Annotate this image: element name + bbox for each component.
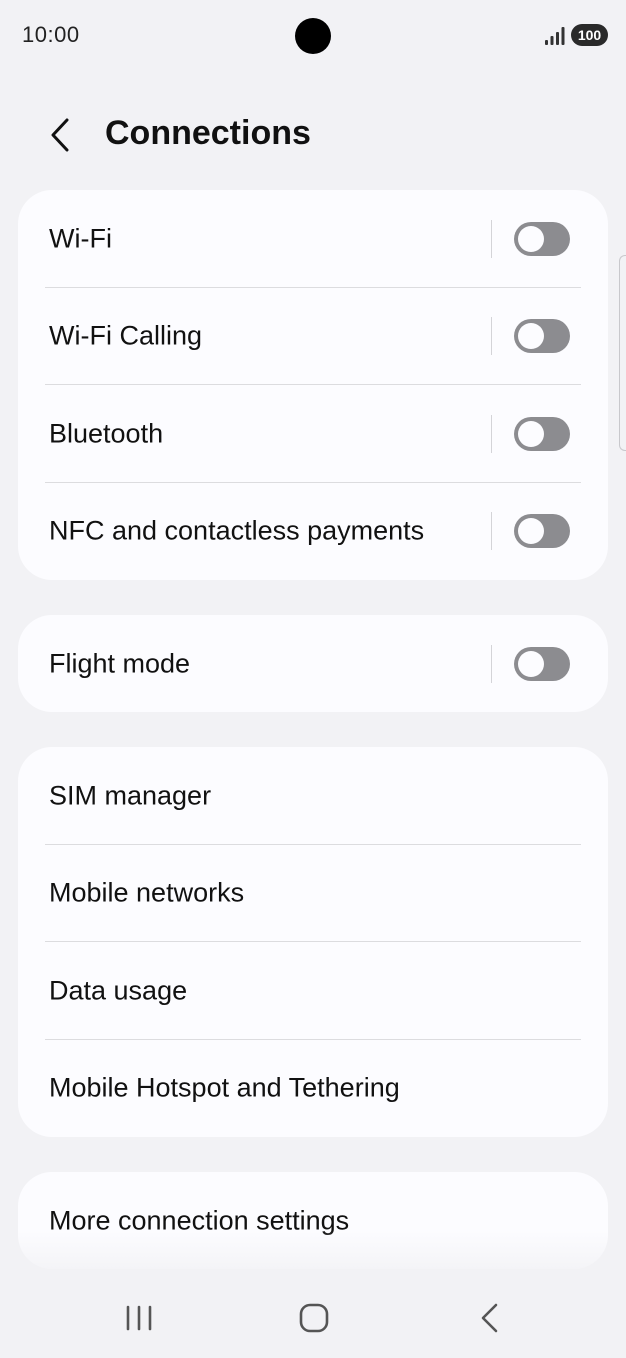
status-bar: 10:00 100 [0,0,626,70]
data-usage-row[interactable]: Data usage [18,942,608,1040]
back-button[interactable] [40,112,84,158]
header: Connections [0,100,626,170]
navigation-bar [0,1280,626,1358]
hotspot-row[interactable]: Mobile Hotspot and Tethering [18,1040,608,1138]
row-divider [491,414,492,453]
network-card: SIM manager Mobile networks Data usage M… [18,747,608,1137]
bluetooth-row[interactable]: Bluetooth [18,385,608,483]
wireless-card: Wi-Fi Wi-Fi Calling Bluetooth NFC and co… [18,190,608,580]
scroll-indicator[interactable] [619,255,626,451]
data-usage-label: Data usage [49,975,188,1006]
wifi-toggle[interactable] [514,221,570,256]
toggle-knob [518,650,544,677]
toggle-knob [518,323,544,350]
screen: 10:00 100 Connections Wi-Fi Wi-Fi Callin… [0,0,626,1358]
wifi-calling-toggle[interactable] [514,319,570,354]
mobile-networks-label: Mobile networks [49,877,245,908]
sim-manager-row[interactable]: SIM manager [18,747,608,845]
nfc-toggle[interactable] [514,514,570,549]
battery-level: 100 [577,27,602,43]
flight-mode-card: Flight mode [18,615,608,712]
camera-cutout [295,18,331,54]
wifi-label: Wi-Fi [49,223,112,254]
mobile-networks-row[interactable]: Mobile networks [18,845,608,942]
flight-mode-toggle[interactable] [514,646,570,681]
signal-icon [545,27,565,45]
home-icon [299,1303,329,1333]
battery-icon: 100 [571,24,608,46]
bluetooth-label: Bluetooth [49,418,164,449]
row-divider [491,317,492,356]
row-divider [491,512,492,551]
wifi-row[interactable]: Wi-Fi [18,190,608,288]
flight-mode-label: Flight mode [49,648,191,679]
row-divider [491,644,492,683]
recent-apps-icon [126,1305,152,1331]
wifi-calling-label: Wi-Fi Calling [49,320,203,351]
wifi-calling-row[interactable]: Wi-Fi Calling [18,288,608,385]
row-divider [491,219,492,258]
toggle-knob [518,518,544,545]
recent-apps-button[interactable] [109,1294,169,1342]
home-button[interactable] [284,1294,344,1342]
toggle-knob [518,420,544,447]
nfc-label: NFC and contactless payments [49,515,425,546]
chevron-left-icon [51,118,69,152]
bluetooth-toggle[interactable] [514,416,570,451]
nav-back-button[interactable] [460,1294,520,1342]
nfc-row[interactable]: NFC and contactless payments [18,483,608,581]
bottom-fade [0,1230,626,1280]
back-icon [481,1303,498,1333]
hotspot-label: Mobile Hotspot and Tethering [49,1072,400,1103]
page-title: Connections [105,114,311,152]
toggle-knob [518,225,544,252]
status-time: 10:00 [22,22,80,47]
sim-manager-label: SIM manager [49,780,212,811]
flight-mode-row[interactable]: Flight mode [18,615,608,712]
